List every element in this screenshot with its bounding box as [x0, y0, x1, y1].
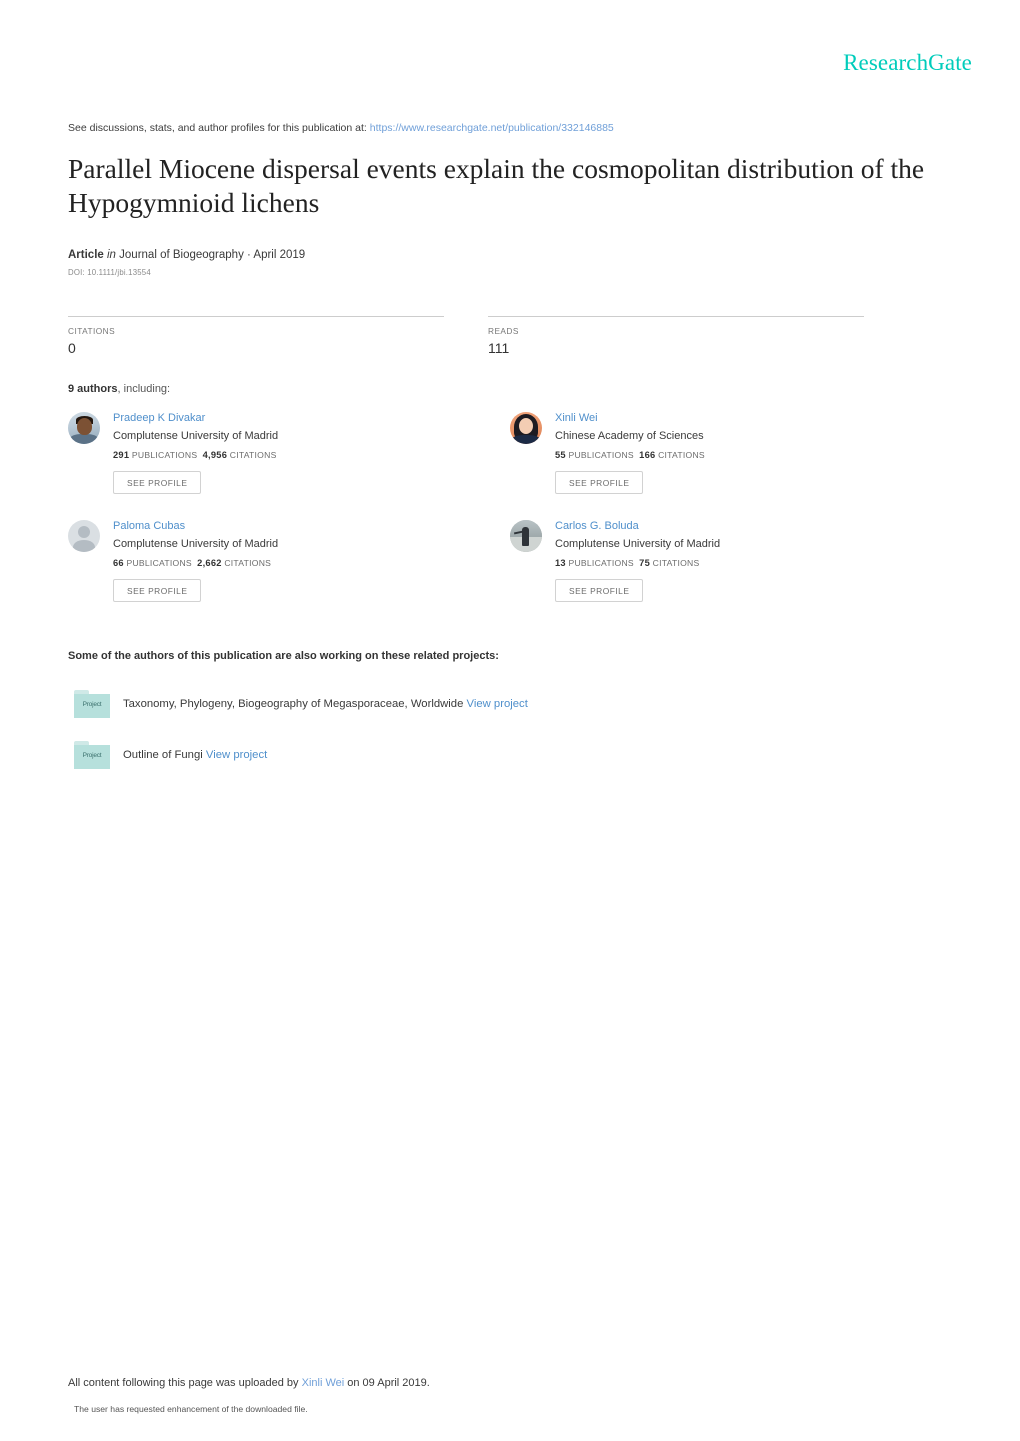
discussion-notice: See discussions, stats, and author profi… — [68, 122, 614, 134]
view-project-link[interactable]: View project — [206, 749, 267, 761]
stats-row: CITATIONS 0 READS 111 — [68, 316, 908, 356]
author-stats: 55 PUBLICATIONS 166 CITATIONS — [555, 450, 705, 460]
author-card: Pradeep K Divakar Complutense University… — [68, 411, 510, 518]
projects-list: Project Taxonomy, Phylogeny, Biogeograph… — [74, 686, 934, 773]
author-name-link[interactable]: Paloma Cubas — [113, 519, 278, 533]
see-profile-button[interactable]: SEE PROFILE — [113, 471, 202, 494]
author-card: Xinli Wei Chinese Academy of Sciences 55… — [510, 411, 952, 518]
author-name-link[interactable]: Xinli Wei — [555, 411, 705, 425]
authors-header-suffix: , including: — [117, 383, 171, 395]
avatar-art — [70, 434, 98, 444]
author-publications-count: 291 — [113, 450, 130, 460]
author-stats: 66 PUBLICATIONS 2,662 CITATIONS — [113, 558, 278, 568]
author-citations-count: 2,662 — [197, 558, 222, 568]
author-name-link[interactable]: Pradeep K Divakar — [113, 411, 278, 425]
avatar[interactable] — [510, 412, 542, 444]
projects-heading: Some of the authors of this publication … — [68, 650, 499, 662]
see-profile-button[interactable]: SEE PROFILE — [113, 579, 202, 602]
divider — [68, 316, 444, 317]
stat-value: 111 — [488, 340, 510, 356]
author-affiliation: Chinese Academy of Sciences — [555, 430, 704, 442]
author-citations-label: CITATIONS — [224, 558, 272, 568]
see-profile-button[interactable]: SEE PROFILE — [555, 579, 644, 602]
view-project-link[interactable]: View project — [467, 698, 528, 710]
researchgate-logo: ResearchGate — [843, 50, 972, 75]
see-profile-button[interactable]: SEE PROFILE — [555, 471, 644, 494]
author-card: Paloma Cubas Complutense University of M… — [68, 519, 510, 626]
discussion-notice-text: See discussions, stats, and author profi… — [68, 122, 367, 134]
author-name-link[interactable]: Carlos G. Boluda — [555, 519, 720, 533]
authors-count: 9 authors — [68, 383, 118, 395]
avatar-art — [78, 526, 90, 538]
enhancement-note: The user has requested enhancement of th… — [74, 1404, 308, 1414]
upload-credit: All content following this page was uplo… — [68, 1377, 430, 1389]
article-venue: Journal of Biogeography · April 2019 — [119, 249, 306, 261]
avatar-placeholder-icon[interactable] — [68, 520, 100, 552]
author-affiliation: Complutense University of Madrid — [113, 430, 279, 442]
article-type-label: Article — [68, 249, 104, 261]
author-citations-label: CITATIONS — [229, 450, 277, 460]
publication-url-link[interactable]: https://www.researchgate.net/publication… — [370, 122, 614, 134]
project-item: Project Outline of Fungi View project — [74, 737, 934, 773]
author-publications-count: 55 — [555, 450, 566, 460]
author-publications-label: PUBLICATIONS — [568, 558, 634, 568]
author-citations-label: CITATIONS — [652, 558, 700, 568]
project-title: Taxonomy, Phylogeny, Biogeography of Meg… — [123, 698, 464, 710]
avatar-art — [519, 418, 533, 434]
stat-label: CITATIONS — [68, 326, 116, 336]
folder-label: Project — [82, 701, 102, 708]
author-citations-count: 166 — [639, 450, 656, 460]
project-folder-icon: Project — [74, 741, 110, 769]
author-publications-label: PUBLICATIONS — [568, 450, 634, 460]
author-card: Carlos G. Boluda Complutense University … — [510, 519, 952, 626]
upload-credit-suffix: on 09 April 2019. — [347, 1377, 430, 1389]
author-affiliation: Complutense University of Madrid — [113, 538, 279, 550]
stat-reads: READS 111 — [488, 316, 864, 356]
article-meta: Article in Journal of Biogeography · Apr… — [68, 249, 305, 261]
avatar[interactable] — [510, 520, 542, 552]
authors-row: Paloma Cubas Complutense University of M… — [68, 519, 952, 626]
stat-value: 0 — [68, 340, 76, 356]
researchgate-publication-page: ResearchGate See discussions, stats, and… — [0, 0, 1020, 1441]
folder-label: Project — [82, 752, 102, 759]
author-publications-count: 13 — [555, 558, 566, 568]
author-stats: 13 PUBLICATIONS 75 CITATIONS — [555, 558, 720, 568]
authors-header: 9 authors, including: — [68, 383, 170, 395]
page-title: Parallel Miocene dispersal events explai… — [68, 153, 925, 218]
project-text: Taxonomy, Phylogeny, Biogeography of Meg… — [123, 698, 528, 710]
doi-text: DOI: 10.1111/jbi.13554 — [68, 268, 151, 277]
project-text: Outline of Fungi View project — [123, 749, 267, 761]
author-publications-label: PUBLICATIONS — [131, 450, 198, 460]
stat-label: READS — [488, 326, 519, 336]
author-publications-label: PUBLICATIONS — [126, 558, 192, 568]
author-stats: 291 PUBLICATIONS 4,956 CITATIONS — [113, 450, 278, 460]
author-info: Carlos G. Boluda Complutense University … — [555, 519, 720, 626]
author-publications-count: 66 — [113, 558, 124, 568]
project-title: Outline of Fungi — [123, 749, 203, 761]
project-item: Project Taxonomy, Phylogeny, Biogeograph… — [74, 686, 934, 722]
uploader-link[interactable]: Xinli Wei — [302, 1377, 345, 1389]
authors-row: Pradeep K Divakar Complutense University… — [68, 411, 952, 518]
upload-credit-prefix: All content following this page was uplo… — [68, 1377, 299, 1389]
avatar[interactable] — [68, 412, 100, 444]
stat-citations: CITATIONS 0 — [68, 316, 444, 356]
author-citations-count: 4,956 — [202, 450, 228, 460]
project-folder-icon: Project — [74, 690, 110, 718]
article-in-label: in — [107, 249, 116, 261]
author-info: Paloma Cubas Complutense University of M… — [113, 519, 278, 626]
author-info: Xinli Wei Chinese Academy of Sciences 55… — [555, 411, 705, 518]
avatar-art — [511, 435, 541, 444]
avatar-art — [73, 540, 95, 552]
author-affiliation: Complutense University of Madrid — [555, 538, 721, 550]
authors-grid: Pradeep K Divakar Complutense University… — [68, 411, 952, 626]
author-info: Pradeep K Divakar Complutense University… — [113, 411, 278, 518]
author-citations-label: CITATIONS — [658, 450, 705, 460]
author-citations-count: 75 — [639, 558, 651, 568]
avatar-art — [77, 418, 92, 435]
divider — [488, 316, 864, 317]
